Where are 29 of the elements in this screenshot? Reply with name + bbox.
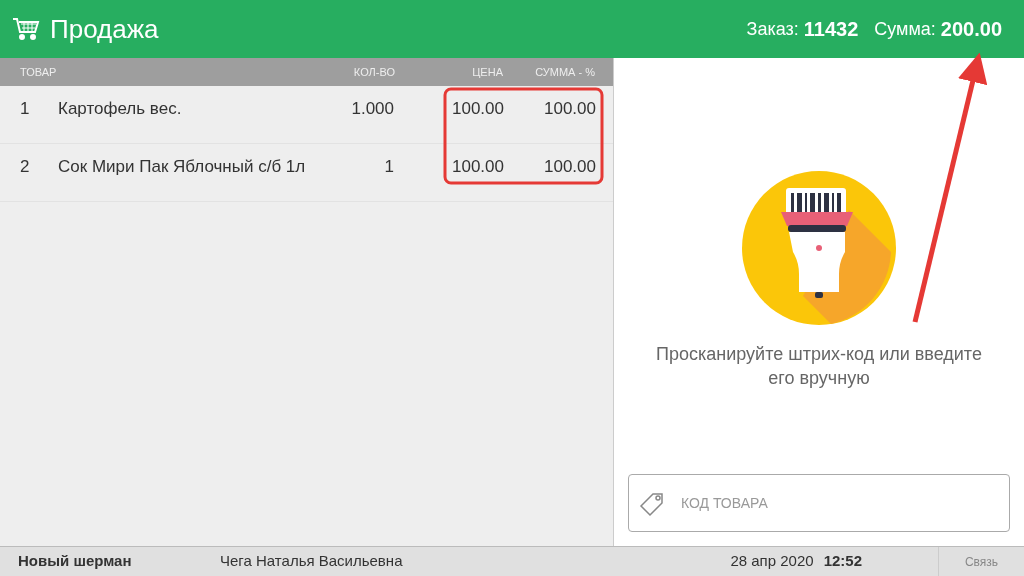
store-name: Новый шерман	[17, 551, 133, 572]
sum-label: Сумма:	[874, 17, 936, 41]
column-header: ТОВАР	[19, 64, 58, 80]
cashier-name: Чега Наталья Васильевна	[220, 551, 403, 572]
column-header: КОЛ-ВО	[352, 64, 396, 80]
order-row[interactable]: 2 Сок Мири Пак Яблочный с/б 1л 1 100.00 100.00	[0, 144, 613, 202]
price: 100.00	[451, 98, 504, 120]
order-row[interactable]: 1 Картофель вес. 1.000 100.00 100.00	[0, 86, 613, 144]
row-number: 2	[19, 156, 31, 178]
quantity: 1.000	[350, 98, 394, 120]
barcode-scanner-icon	[741, 170, 897, 326]
column-header: СУММА - %	[534, 64, 596, 80]
page-title: Продажа	[50, 12, 159, 46]
line-sum: 100.00	[543, 98, 596, 120]
date-text: 28 апр 2020	[730, 551, 814, 572]
product-name: Картофель вес.	[58, 98, 183, 120]
line-sum: 100.00	[543, 156, 596, 178]
order-number: 11432	[803, 17, 859, 42]
quantity: 1	[383, 156, 394, 178]
product-code-field[interactable]: КОД ТОВАРА	[628, 474, 1010, 532]
time-text: 12:52	[823, 551, 862, 572]
price: 100.00	[451, 156, 504, 178]
product-name: Сок Мири Пак Яблочный с/б 1л	[58, 156, 307, 178]
column-header: ЦЕНА	[471, 64, 503, 80]
order-label: Заказ:	[746, 17, 799, 41]
row-number: 1	[19, 98, 31, 120]
scan-instruction: Просканируйте штрих-код или введите его вручную	[655, 343, 983, 390]
sum-value: 200.00	[940, 17, 1002, 42]
cart-icon	[12, 16, 40, 42]
